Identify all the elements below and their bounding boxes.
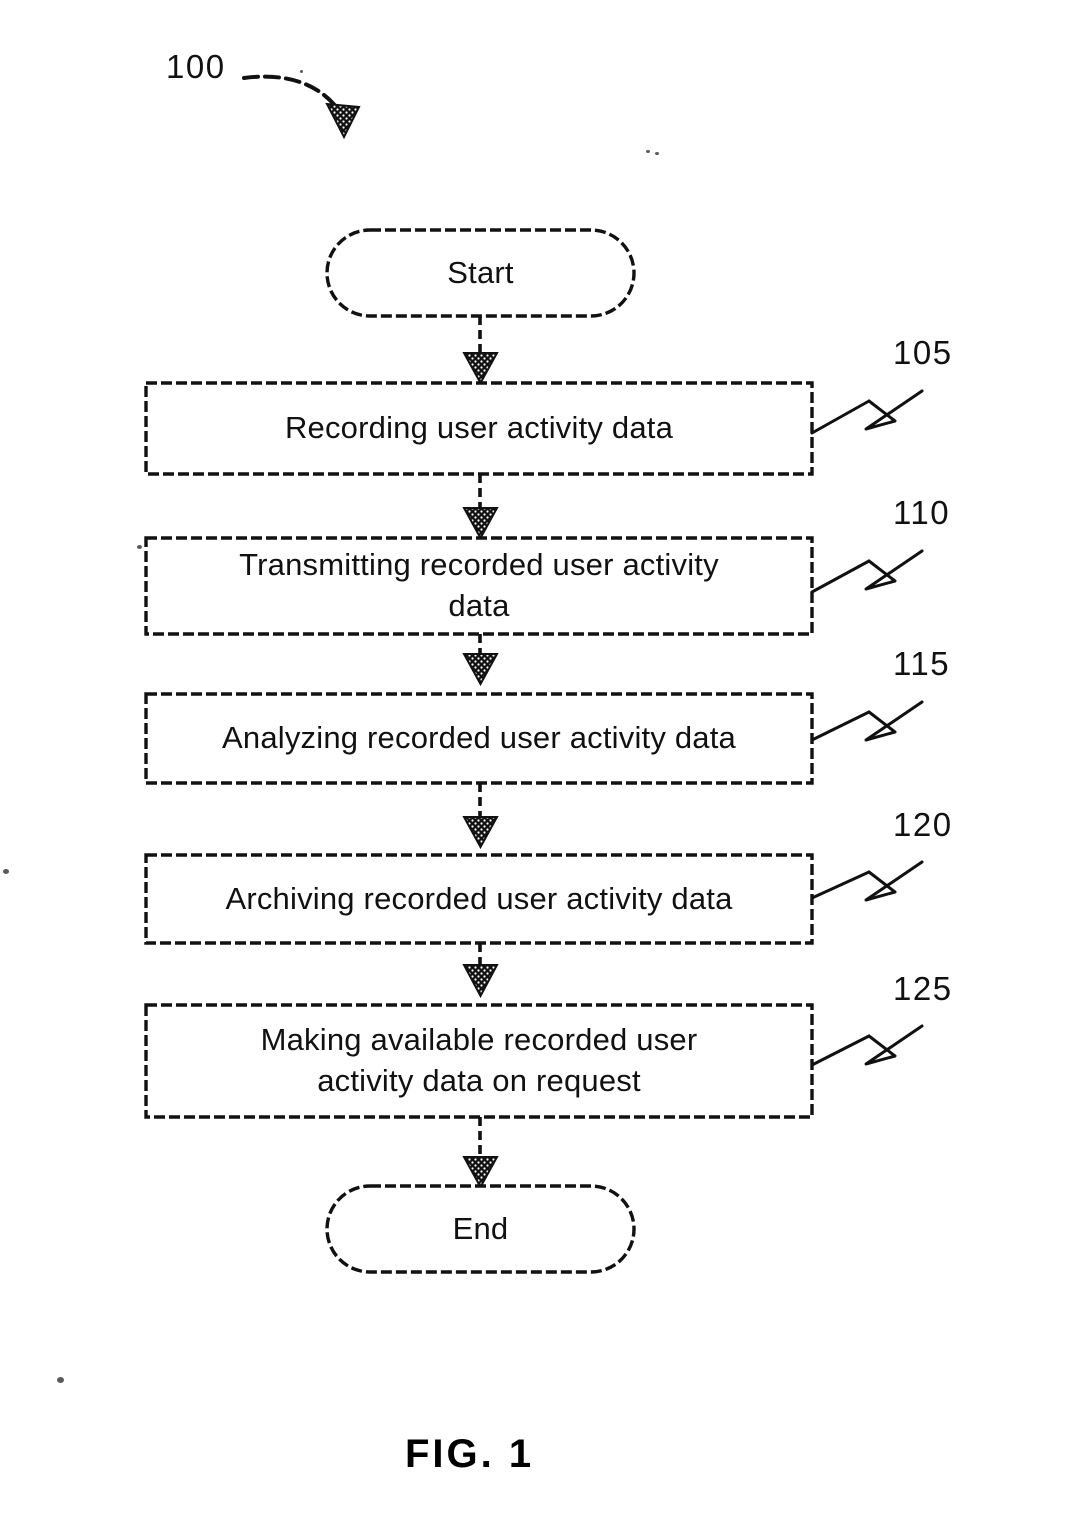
node-step110-shape <box>144 536 814 636</box>
leader-line-110 <box>810 549 924 594</box>
leader-line-100 <box>242 74 361 140</box>
connector-step125-to-end <box>462 1117 499 1190</box>
reference-numeral-100: 100 <box>166 48 226 85</box>
connector-step115-to-step120 <box>462 783 499 850</box>
reference-numeral-110: 110 <box>893 494 951 531</box>
flowchart-linework <box>144 74 924 1274</box>
reference-numeral-115: 115 <box>893 645 951 682</box>
node-step105-shape <box>144 381 814 476</box>
node-step125-shape <box>144 1003 814 1119</box>
node-step115-shape <box>144 692 814 785</box>
leader-line-105 <box>810 389 924 435</box>
scan-speck <box>137 545 142 549</box>
reference-numeral-105: 105 <box>893 334 953 371</box>
leader-line-125 <box>810 1024 924 1067</box>
scan-speck <box>646 150 650 153</box>
leader-line-115 <box>810 700 924 742</box>
node-end-shape <box>325 1184 636 1274</box>
leader-line-120 <box>810 860 924 902</box>
connector-step120-to-step125 <box>462 943 499 999</box>
connector-step105-to-step110 <box>462 474 499 541</box>
scan-speck <box>655 152 659 155</box>
patent-figure-sheet: 100 Start Recording user activity data T… <box>0 0 1067 1514</box>
reference-numeral-120: 120 <box>893 806 953 843</box>
scan-speck <box>3 869 9 874</box>
node-start-shape <box>325 228 636 318</box>
scan-speck <box>57 1377 64 1383</box>
node-step120-shape <box>144 853 814 945</box>
reference-numeral-125: 125 <box>893 970 953 1007</box>
figure-caption: FIG. 1 <box>405 1432 535 1476</box>
connector-step110-to-step115 <box>462 634 499 687</box>
connector-start-to-step105 <box>462 316 499 386</box>
scan-speck <box>300 70 303 73</box>
